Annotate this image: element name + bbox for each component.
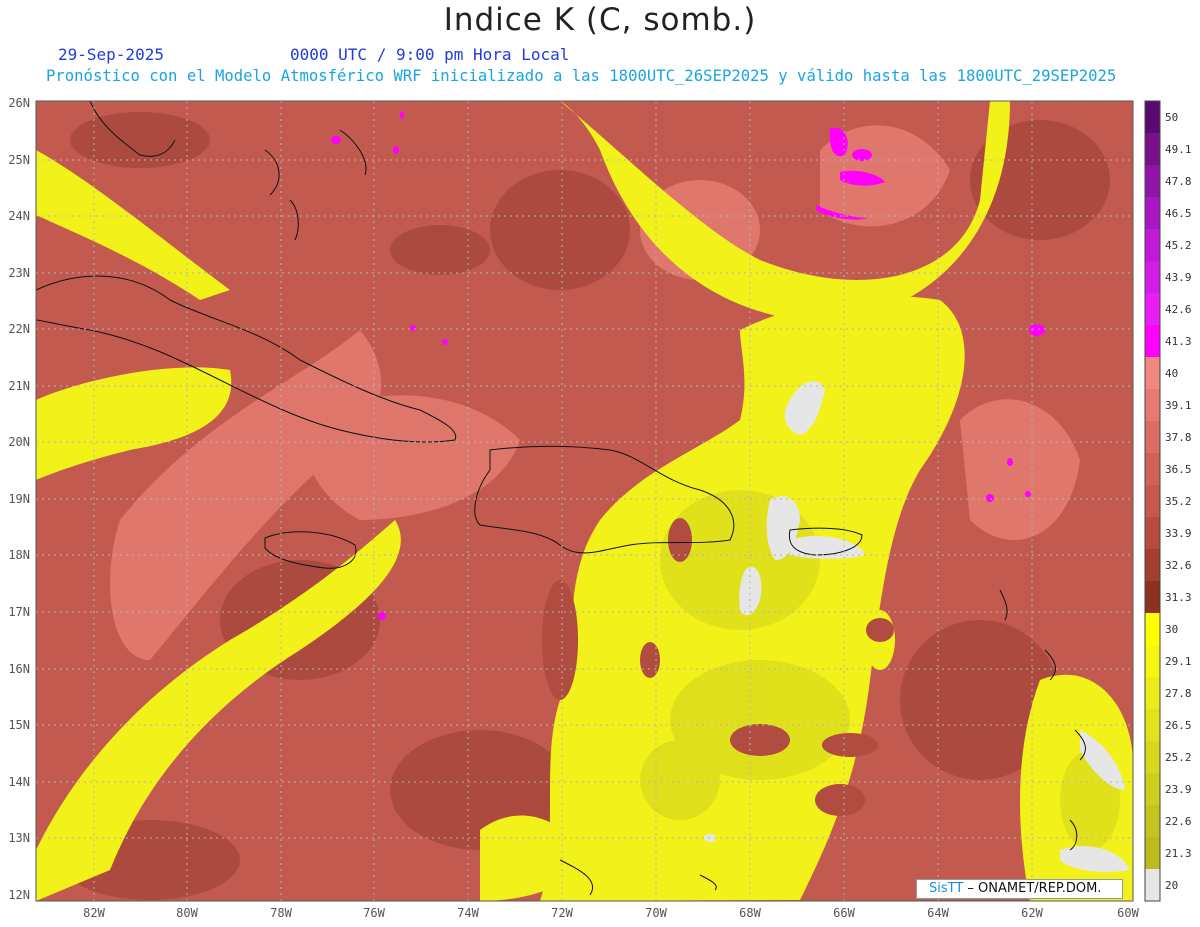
colorbar-label: 27.8	[1165, 687, 1192, 700]
colorbar-label: 46.5	[1165, 207, 1192, 220]
colorbar-label: 30	[1165, 623, 1178, 636]
colorbar-label: 45.2	[1165, 239, 1192, 252]
colorbar-swatch	[1145, 869, 1160, 902]
colorbar-swatch	[1145, 261, 1160, 294]
lat-label: 24N	[8, 209, 30, 223]
lon-label: 70W	[645, 906, 667, 920]
colorbar-label: 25.2	[1165, 751, 1192, 764]
colorbar-label: 23.9	[1165, 783, 1192, 796]
colorbar-swatch	[1145, 357, 1160, 390]
colorbar-label: 39.1	[1165, 399, 1192, 412]
colorbar-swatch	[1145, 325, 1160, 358]
colorbar-swatch	[1145, 517, 1160, 550]
colorbar-label: 37.8	[1165, 431, 1192, 444]
colorbar-swatch	[1145, 645, 1160, 678]
colorbar-swatch	[1145, 741, 1160, 774]
lat-label: 21N	[8, 379, 30, 393]
lat-label: 18N	[8, 548, 30, 562]
colorbar-label: 41.3	[1165, 335, 1192, 348]
colorbar-label: 32.6	[1165, 559, 1192, 572]
lat-label: 17N	[8, 605, 30, 619]
colorbar-label: 21.3	[1165, 847, 1192, 860]
colorbar-label: 43.9	[1165, 271, 1192, 284]
lon-label: 66W	[833, 906, 855, 920]
colorbar-swatch	[1145, 101, 1160, 134]
lon-label: 74W	[457, 906, 479, 920]
lat-label: 25N	[8, 153, 30, 167]
lat-label: 12N	[8, 888, 30, 902]
colorbar-swatch	[1145, 613, 1160, 646]
colorbar-swatch	[1145, 581, 1160, 614]
colorbar-label: 29.1	[1165, 655, 1192, 668]
colorbar-label: 42.6	[1165, 303, 1192, 316]
colorbar-swatch	[1145, 133, 1160, 166]
colorbar-label: 26.5	[1165, 719, 1192, 732]
colorbar-swatch	[1145, 805, 1160, 838]
k-index-map: 26N 25N 24N 23N 22N 21N 20N 19N 18N 17N …	[8, 96, 1192, 920]
longitude-labels: 82W 80W 78W 76W 74W 72W 70W 68W 66W 64W …	[83, 906, 1139, 920]
credit-box: SisTT – ONAMET/REP.DOM.	[916, 879, 1123, 899]
colorbar-swatch	[1145, 837, 1160, 870]
colorbar-swatch	[1145, 197, 1160, 230]
credit-org: – ONAMET/REP.DOM.	[963, 881, 1102, 896]
lon-label: 68W	[739, 906, 761, 920]
colorbar-swatch	[1145, 549, 1160, 582]
colorbar-swatch	[1145, 709, 1160, 742]
colorbar-label: 35.2	[1165, 495, 1192, 508]
lat-label: 19N	[8, 492, 30, 506]
lat-label: 26N	[8, 96, 30, 110]
colorbar-swatch	[1145, 677, 1160, 710]
lat-label: 22N	[8, 322, 30, 336]
latitude-labels: 26N 25N 24N 23N 22N 21N 20N 19N 18N 17N …	[8, 96, 30, 902]
colorbar-label: 40	[1165, 367, 1178, 380]
credit-brand: SisTT	[929, 881, 964, 896]
colorbar-label: 36.5	[1165, 463, 1192, 476]
colorbar-swatch	[1145, 293, 1160, 326]
colorbar-label: 47.8	[1165, 175, 1192, 188]
lon-label: 60W	[1117, 906, 1139, 920]
colorbar-swatch	[1145, 229, 1160, 262]
lon-label: 64W	[927, 906, 949, 920]
colorbar-label: 33.9	[1165, 527, 1192, 540]
colorbar-swatch	[1145, 485, 1160, 518]
lat-label: 15N	[8, 718, 30, 732]
colorbar-swatch	[1145, 421, 1160, 454]
lon-label: 76W	[363, 906, 385, 920]
lon-label: 72W	[551, 906, 573, 920]
lat-label: 16N	[8, 662, 30, 676]
colorbar-label: 22.6	[1165, 815, 1192, 828]
lon-label: 62W	[1021, 906, 1043, 920]
lon-label: 80W	[176, 906, 198, 920]
colorbar-label: 31.3	[1165, 591, 1192, 604]
lat-label: 13N	[8, 831, 30, 845]
colorbar-swatch	[1145, 773, 1160, 806]
colorbar-label: 50	[1165, 111, 1178, 124]
colorbar: 50 49.1 47.8 46.5 45.2 43.9 42.6 41.3 40 39.1 37.8…	[1144, 100, 1192, 902]
lon-label: 78W	[270, 906, 292, 920]
lat-label: 14N	[8, 775, 30, 789]
colorbar-label: 20	[1165, 879, 1178, 892]
colorbar-swatch	[1145, 453, 1160, 486]
colorbar-label: 49.1	[1165, 143, 1192, 156]
colorbar-swatch	[1145, 389, 1160, 422]
colorbar-swatch	[1145, 165, 1160, 198]
lat-label: 23N	[8, 266, 30, 280]
lon-label: 82W	[83, 906, 105, 920]
lat-label: 20N	[8, 435, 30, 449]
